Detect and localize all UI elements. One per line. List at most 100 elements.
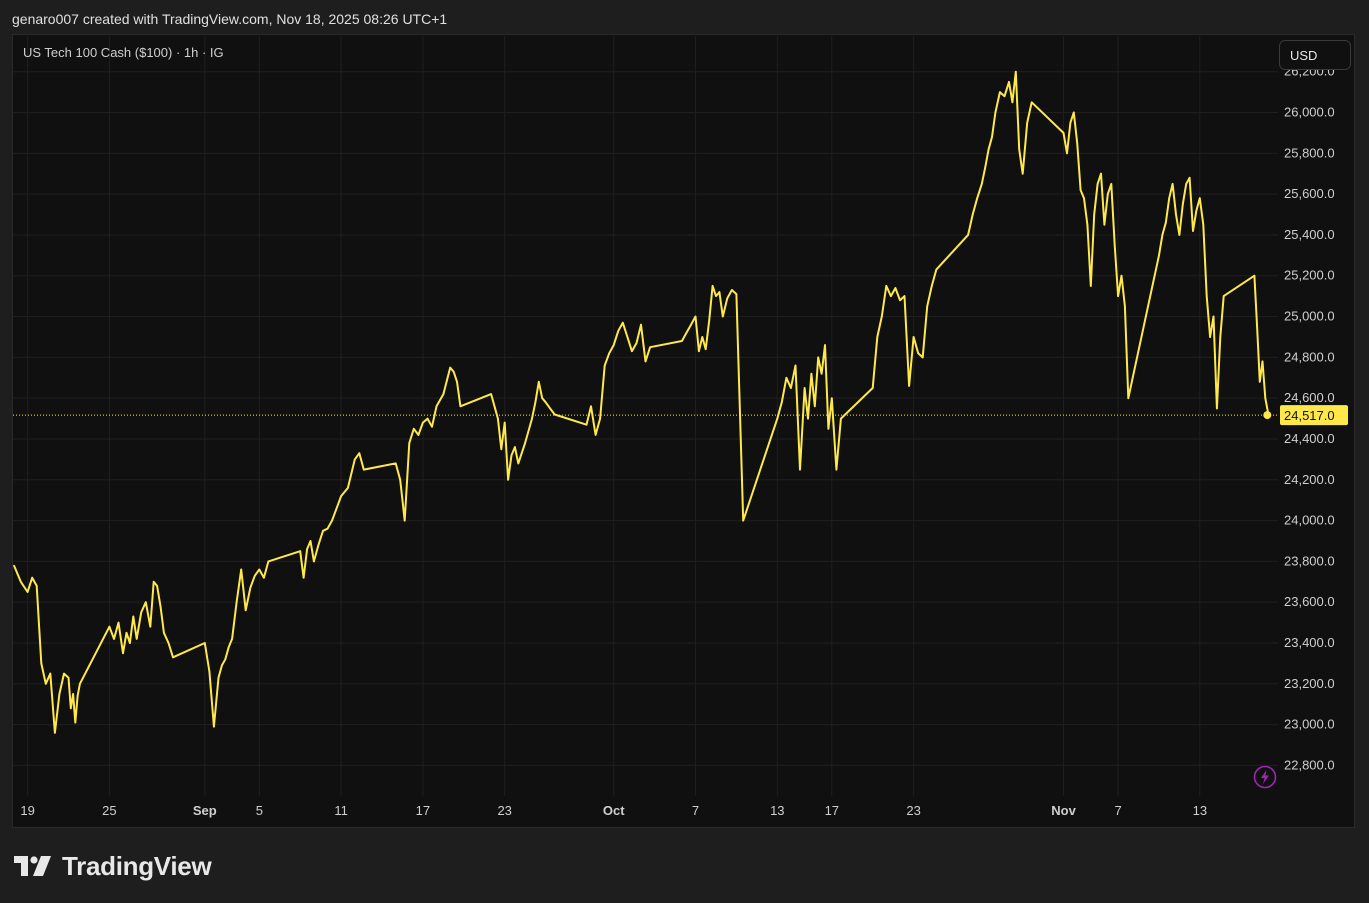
price-point [1124,305,1126,308]
price-point [831,397,833,400]
price-point [309,540,312,542]
price-point [635,342,638,344]
price-point [876,336,879,338]
price-point [20,581,22,583]
price-point [244,609,247,612]
price-point [541,397,543,400]
price-point [1008,81,1010,83]
price-point [129,642,131,644]
price-point [517,462,520,465]
price-point [649,346,651,349]
price-point [1096,183,1099,185]
y-tick-label: 23,800.0 [1284,553,1335,568]
price-point [622,321,624,324]
price-point [894,287,897,289]
price-point [1003,95,1006,97]
price-point [403,519,406,522]
price-point [1202,223,1205,226]
price-point [149,625,152,628]
price-point [1015,70,1017,73]
price-point [132,615,135,618]
y-tick-label: 24,400.0 [1284,431,1335,446]
price-point [431,425,433,428]
price-point [1021,172,1024,175]
price-point [490,393,492,395]
price-point [631,350,633,353]
price-point [408,442,411,444]
y-tick-label: 25,000.0 [1284,309,1335,324]
price-point [824,344,826,346]
price-point [1168,197,1170,199]
price-point [820,372,823,375]
price-point [890,295,892,297]
price-point [981,183,983,185]
price-point [722,315,724,318]
price-point [1026,121,1028,124]
price-point [493,405,496,408]
y-tick-label: 25,800.0 [1284,145,1335,160]
x-tick-label: 11 [334,803,348,818]
last-price-label: 24,517.0 [1284,408,1335,423]
price-point [612,344,615,346]
price-point [435,405,438,408]
price-point [994,111,997,114]
price-point [507,479,509,481]
y-tick-label: 23,000.0 [1284,717,1335,732]
y-tick-label: 26,000.0 [1284,105,1335,120]
price-point [967,234,969,236]
price-point [1161,234,1164,236]
price-point [1222,295,1225,297]
price-point [708,319,710,322]
price-point [417,434,420,436]
price-point [135,638,138,640]
price-point [503,421,506,424]
y-tick-label: 25,600.0 [1284,186,1335,201]
price-point [224,658,227,661]
price-point [31,576,33,579]
price-point [524,442,526,444]
price-point [814,405,816,408]
price-point [690,323,692,326]
price-point [626,336,629,338]
y-tick-label: 24,200.0 [1284,472,1335,487]
x-tick-label: 17 [416,803,430,818]
price-point [1127,397,1130,400]
price-point [167,642,170,644]
price-point [456,381,458,383]
lightning-bolt-icon[interactable] [1253,765,1277,789]
price-point [935,268,938,271]
price-point [1120,274,1123,277]
x-tick-label: 7 [1114,803,1121,818]
price-point [172,656,174,659]
price-point [108,625,111,628]
price-point [999,91,1001,93]
price-point [1100,172,1102,175]
price-point [299,550,302,552]
x-tick-label: Nov [1051,803,1076,818]
price-point [1264,397,1267,400]
price-point [984,166,986,169]
y-tick-label: 22,800.0 [1284,757,1335,772]
price-point [794,364,797,367]
price-point [40,662,43,665]
price-point [422,421,424,424]
x-tick-label: Sep [193,803,217,818]
price-point [79,683,81,685]
price-point [313,560,315,563]
price-point [991,136,993,138]
currency-button[interactable]: USD [1279,40,1351,70]
price-point [1182,203,1184,206]
price-point [302,576,305,579]
price-point [240,568,242,571]
price-point [204,642,206,644]
tradingview-logo-icon [14,856,51,876]
price-point [1086,223,1089,226]
price-point [704,348,707,351]
price-point [785,377,788,379]
price-point [1171,183,1174,185]
price-point [1083,197,1085,199]
price-point [718,291,721,293]
x-tick-label: 13 [1193,803,1207,818]
x-tick-label: 7 [692,803,699,818]
x-tick-label: 25 [102,803,116,818]
